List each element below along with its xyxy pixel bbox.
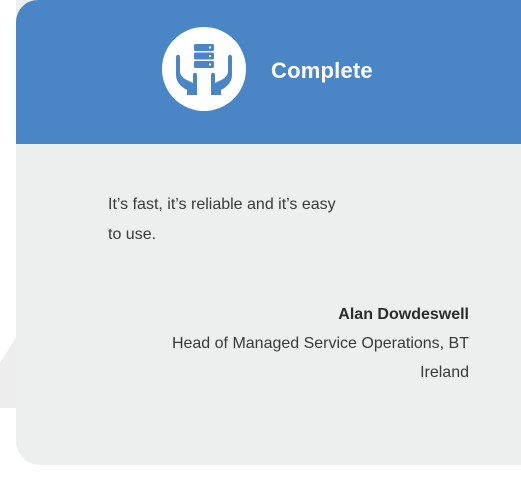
hands-holding-server-icon: [162, 27, 246, 111]
card-title: Complete: [271, 58, 373, 83]
author-name: Alan Dowdeswell: [338, 306, 469, 323]
testimonial-card: Complete It’s fast, it’s reliable and it…: [16, 0, 521, 465]
testimonial-page: Complete It’s fast, it’s reliable and it…: [0, 0, 521, 484]
testimonial-attribution: Alan Dowdeswell Head of Managed Service …: [149, 300, 469, 387]
author-role: Head of Managed Service Operations, BT I…: [171, 335, 469, 381]
card-header: Complete: [16, 0, 521, 144]
testimonial-quote: It’s fast, it’s reliable and it’s easy t…: [108, 196, 336, 243]
